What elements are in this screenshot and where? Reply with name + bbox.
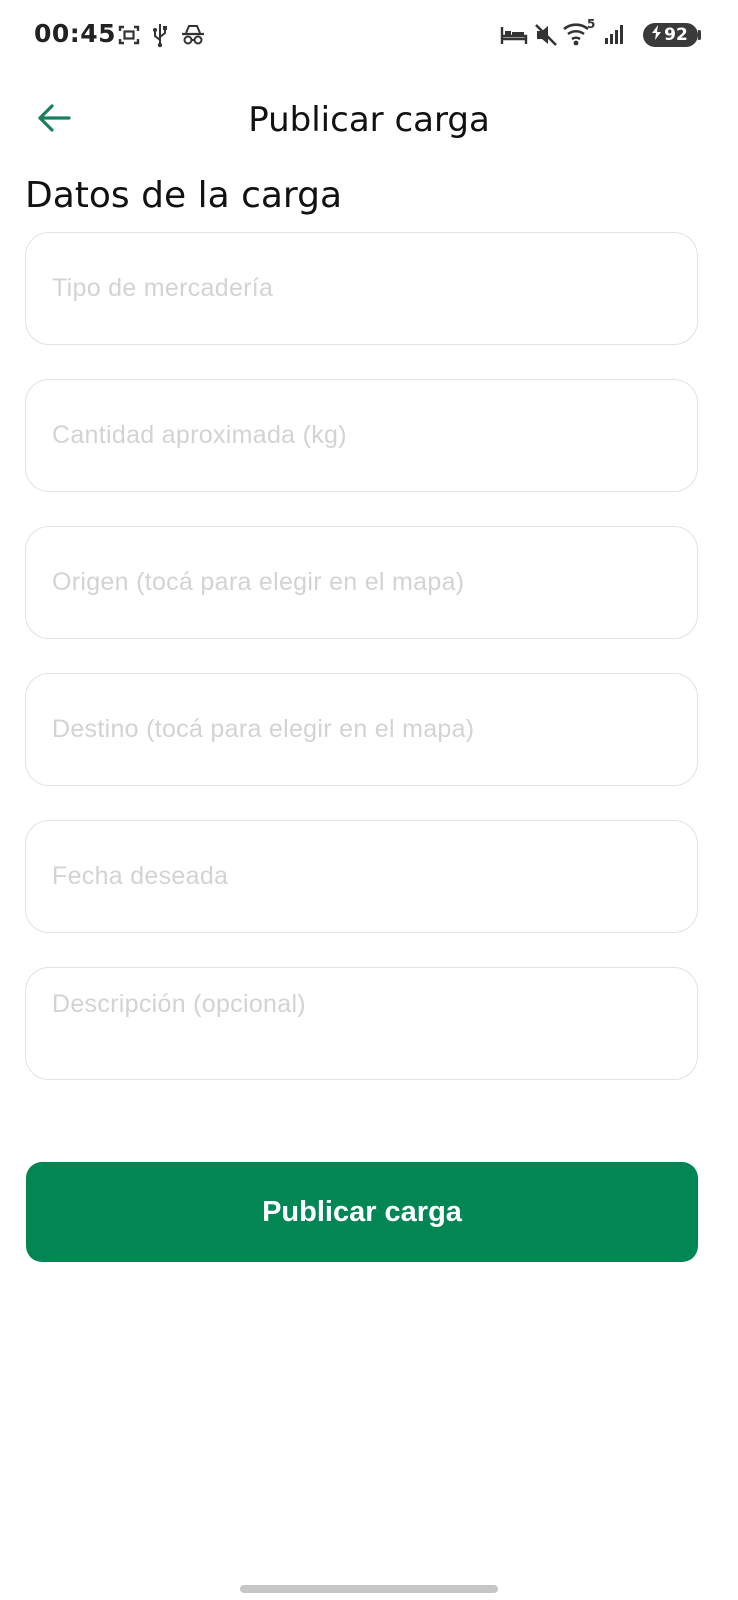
home-indicator[interactable] [240,1585,498,1593]
origin-field[interactable] [25,526,698,639]
page-title: Publicar carga [248,100,490,140]
merchandise-type-field[interactable] [25,232,698,345]
wifi-badge: 5 [587,17,596,31]
approx-quantity-field[interactable] [25,379,698,492]
merchandise-type-input[interactable] [26,233,697,344]
section-title: Datos de la carga [25,175,343,216]
destination-input[interactable] [26,674,697,785]
destination-field[interactable] [25,673,698,786]
status-time: 00:45 [34,19,117,48]
charging-bolt-icon [651,25,662,45]
origin-input[interactable] [26,527,697,638]
battery-level: 92 [664,25,688,45]
publish-cargo-button[interactable]: Publicar carga [26,1162,698,1262]
approx-quantity-input[interactable] [26,380,697,491]
screen: 00:45 5 92 Publicar carga Datos de la ca… [0,0,738,1600]
desired-date-input[interactable] [26,821,697,932]
desired-date-field[interactable] [25,820,698,933]
description-input[interactable] [26,968,697,1079]
description-field[interactable] [25,967,698,1080]
signal-icon [604,22,628,46]
screenshot-icon [117,23,141,47]
usb-icon [151,22,169,48]
bed-icon [500,25,528,45]
incognito-icon [180,24,206,46]
mute-icon [533,22,559,48]
status-bar: 00:45 5 92 [0,0,738,70]
battery-indicator: 92 [643,23,698,47]
battery-tip [698,30,701,40]
